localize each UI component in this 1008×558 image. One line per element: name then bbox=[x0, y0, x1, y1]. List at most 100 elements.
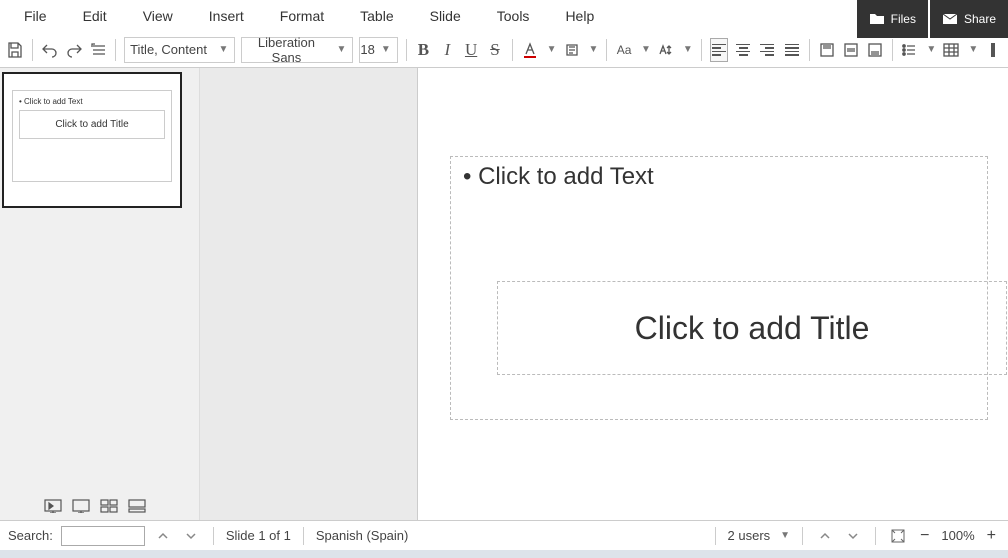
separator bbox=[32, 39, 33, 61]
bottom-strip bbox=[0, 550, 1008, 558]
chevron-down-icon bbox=[847, 530, 859, 542]
search-prev-button[interactable] bbox=[153, 526, 173, 546]
files-label: Files bbox=[891, 12, 916, 26]
menu-edit[interactable]: Edit bbox=[65, 2, 125, 30]
separator bbox=[701, 39, 702, 61]
search-input[interactable] bbox=[61, 526, 145, 546]
share-button[interactable]: Share bbox=[930, 0, 1008, 38]
menu-file[interactable]: File bbox=[6, 2, 65, 30]
chevron-down-icon[interactable]: ▼ bbox=[924, 44, 936, 55]
separator bbox=[715, 527, 716, 545]
valign-mid-icon bbox=[842, 41, 860, 59]
menu-tools[interactable]: Tools bbox=[479, 2, 548, 30]
language-label[interactable]: Spanish (Spain) bbox=[316, 528, 409, 543]
valign-top-icon bbox=[818, 41, 836, 59]
underline-button[interactable]: U bbox=[462, 38, 480, 62]
view-sorter-button[interactable] bbox=[100, 499, 118, 516]
align-justify-button[interactable] bbox=[783, 38, 801, 62]
nav-up-button[interactable] bbox=[815, 526, 835, 546]
menu-bar: File Edit View Insert Format Table Slide… bbox=[0, 0, 1008, 32]
search-label: Search: bbox=[8, 528, 53, 543]
nav-down-button[interactable] bbox=[843, 526, 863, 546]
zoom-level[interactable]: 100% bbox=[941, 528, 974, 543]
case-button[interactable]: Aa bbox=[615, 38, 633, 62]
chevron-down-icon: ▼ bbox=[375, 44, 397, 55]
valign-bot-button[interactable] bbox=[866, 38, 884, 62]
menu-slide[interactable]: Slide bbox=[412, 2, 479, 30]
font-size-select[interactable]: 18 ▼ bbox=[359, 37, 397, 63]
menu-help[interactable]: Help bbox=[547, 2, 612, 30]
slide-thumbnail-1[interactable]: Click to add Text Click to add Title bbox=[2, 72, 182, 208]
thumb-content-box: Click to add Text Click to add Title bbox=[12, 90, 172, 182]
slide-panel: Click to add Text Click to add Title bbox=[0, 68, 200, 520]
align-justify-icon bbox=[785, 44, 799, 56]
content-placeholder-text: Click to add Text bbox=[463, 163, 975, 191]
font-color-button[interactable] bbox=[521, 38, 539, 62]
chevron-down-icon: ▼ bbox=[213, 44, 235, 55]
zoom-out-button[interactable]: − bbox=[916, 527, 933, 545]
gutter bbox=[200, 68, 418, 520]
outline-button[interactable] bbox=[89, 38, 107, 62]
align-center-icon bbox=[736, 44, 750, 56]
chevron-down-icon bbox=[185, 530, 197, 542]
menu-format[interactable]: Format bbox=[262, 2, 342, 30]
italic-button[interactable]: I bbox=[438, 38, 456, 62]
menu-insert[interactable]: Insert bbox=[191, 2, 262, 30]
redo-button[interactable] bbox=[65, 38, 83, 62]
chevron-down-icon[interactable]: ▼ bbox=[639, 44, 651, 55]
search-next-button[interactable] bbox=[181, 526, 201, 546]
layout-select[interactable]: Title, Content ▼ bbox=[124, 37, 236, 63]
align-left-icon bbox=[712, 44, 726, 56]
table-button[interactable] bbox=[942, 38, 960, 62]
fit-button[interactable] bbox=[888, 526, 908, 546]
fit-icon bbox=[890, 528, 906, 544]
chevron-down-icon[interactable]: ▼ bbox=[966, 44, 978, 55]
highlight-button[interactable] bbox=[563, 38, 581, 62]
valign-top-button[interactable] bbox=[818, 38, 836, 62]
separator bbox=[406, 39, 407, 61]
title-placeholder[interactable]: Click to add Title bbox=[497, 281, 1007, 375]
strike-button[interactable]: S bbox=[486, 38, 504, 62]
users-label[interactable]: 2 users bbox=[728, 528, 771, 543]
undo-button[interactable] bbox=[41, 38, 59, 62]
table-icon bbox=[942, 41, 960, 59]
save-button[interactable] bbox=[6, 38, 24, 62]
valign-mid-button[interactable] bbox=[842, 38, 860, 62]
zoom-in-button[interactable]: + bbox=[983, 527, 1000, 545]
view-mode-icons bbox=[44, 499, 146, 516]
more-button[interactable] bbox=[984, 38, 1002, 62]
align-right-button[interactable] bbox=[758, 38, 776, 62]
menu-view[interactable]: View bbox=[125, 2, 191, 30]
content-placeholder[interactable]: Click to add Text Click to add Title bbox=[450, 156, 988, 420]
chevron-down-icon[interactable]: ▼ bbox=[681, 44, 693, 55]
chevron-down-icon[interactable]: ▼ bbox=[587, 44, 599, 55]
separator bbox=[802, 527, 803, 545]
align-center-button[interactable] bbox=[734, 38, 752, 62]
separator bbox=[809, 39, 810, 61]
view-normal-button[interactable] bbox=[44, 499, 62, 516]
save-icon bbox=[6, 41, 24, 59]
align-right-icon bbox=[760, 44, 774, 56]
chevron-down-icon: ▼ bbox=[331, 44, 353, 55]
char-spacing-button[interactable] bbox=[657, 38, 675, 62]
slide-canvas[interactable]: Click to add Text Click to add Title bbox=[418, 68, 1008, 520]
separator bbox=[606, 39, 607, 61]
chevron-down-icon[interactable]: ▼ bbox=[545, 44, 557, 55]
files-button[interactable]: Files bbox=[857, 0, 928, 38]
chevron-up-icon bbox=[819, 530, 831, 542]
view-outline-button[interactable] bbox=[72, 499, 90, 516]
font-select-label: Liberation Sans bbox=[242, 35, 330, 65]
menu-table[interactable]: Table bbox=[342, 2, 411, 30]
bold-button[interactable]: B bbox=[415, 38, 433, 62]
separator bbox=[115, 39, 116, 61]
header-right-buttons: Files Share bbox=[855, 0, 1008, 38]
layout-select-label: Title, Content bbox=[125, 42, 213, 57]
view-notes-button[interactable] bbox=[128, 499, 146, 516]
font-select[interactable]: Liberation Sans ▼ bbox=[241, 37, 353, 63]
mail-icon bbox=[942, 13, 958, 25]
chevron-down-icon[interactable]: ▼ bbox=[778, 530, 790, 541]
align-left-button[interactable] bbox=[710, 38, 728, 62]
bullets-button[interactable] bbox=[900, 38, 918, 62]
separator bbox=[892, 39, 893, 61]
separator bbox=[875, 527, 876, 545]
